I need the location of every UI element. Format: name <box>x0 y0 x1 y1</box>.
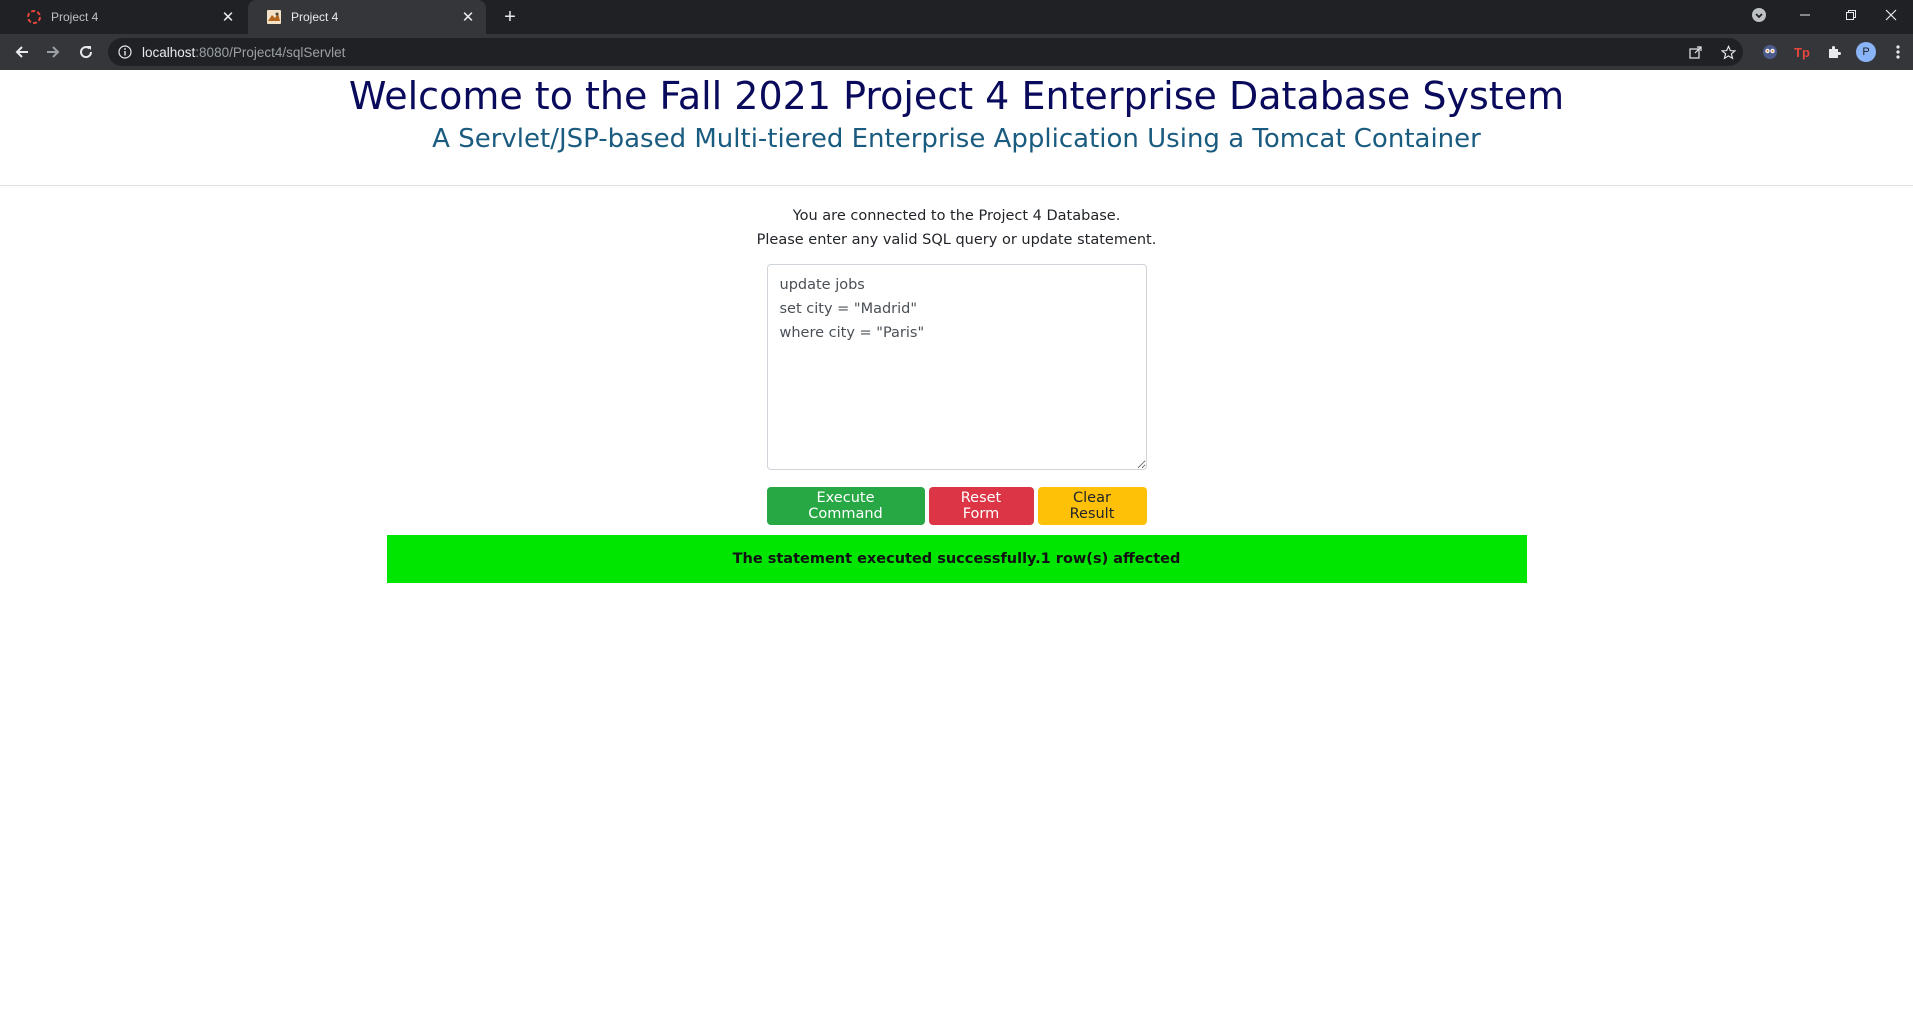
extension-owl-icon[interactable] <box>1758 40 1782 64</box>
instructions-text: Please enter any valid SQL query or upda… <box>756 232 1157 248</box>
bookmark-star-icon[interactable] <box>1716 38 1740 66</box>
extensions-puzzle-icon[interactable] <box>1822 40 1846 64</box>
connection-status-text: You are connected to the Project 4 Datab… <box>792 208 1121 224</box>
form-buttons: Execute Command Reset Form Clear Result <box>0 487 1913 525</box>
extension-tp-icon[interactable]: Tp <box>1790 40 1814 64</box>
address-bar[interactable]: localhost:8080/Project4/sqlServlet <box>108 38 1743 66</box>
restore-icon[interactable] <box>1829 0 1873 30</box>
url-host: localhost <box>142 44 196 60</box>
new-tab-icon[interactable]: + <box>498 5 522 29</box>
browser-tab-2[interactable]: Project 4 ✕ <box>248 0 486 34</box>
share-icon[interactable] <box>1684 38 1708 66</box>
clear-result-button[interactable]: Clear Result <box>1037 487 1147 525</box>
browser-toolbar: localhost:8080/Project4/sqlServlet Tp P <box>0 34 1913 70</box>
page-subtitle: A Servlet/JSP-based Multi-tiered Enterpr… <box>432 124 1481 154</box>
reload-icon[interactable] <box>74 40 98 64</box>
intro-text: You are connected to the Project 4 Datab… <box>0 204 1913 252</box>
tab-strip: Project 4 ✕ Project 4 ✕ + <box>0 0 1913 34</box>
back-arrow-icon[interactable] <box>10 40 34 64</box>
tab-title: Project 4 <box>291 10 339 24</box>
close-tab-icon[interactable]: ✕ <box>220 9 236 25</box>
result-message: The statement executed successfully.1 ro… <box>386 535 1527 583</box>
page-content: Welcome to the Fall 2021 Project 4 Enter… <box>0 70 1913 1028</box>
profile-avatar[interactable]: P <box>1854 40 1878 64</box>
loading-icon <box>27 10 41 24</box>
reset-form-button[interactable]: Reset Form <box>928 487 1034 525</box>
close-tab-icon[interactable]: ✕ <box>460 9 476 25</box>
tomcat-favicon-icon <box>267 10 281 24</box>
info-icon[interactable] <box>118 45 132 59</box>
tab-title: Project 4 <box>51 10 99 24</box>
execute-command-button[interactable]: Execute Command <box>766 487 925 525</box>
browser-tab-1[interactable]: Project 4 ✕ <box>8 0 246 34</box>
menu-kebab-icon[interactable] <box>1886 40 1910 64</box>
tab-search-icon[interactable] <box>1737 0 1781 30</box>
url-path: :8080/Project4/sqlServlet <box>195 44 346 60</box>
forward-arrow-icon[interactable] <box>41 40 65 64</box>
page-title: Welcome to the Fall 2021 Project 4 Enter… <box>348 74 1565 118</box>
page-header: Welcome to the Fall 2021 Project 4 Enter… <box>0 70 1913 186</box>
minimize-icon[interactable] <box>1783 0 1827 30</box>
close-window-icon[interactable] <box>1869 0 1913 30</box>
profile-initial: P <box>1856 42 1876 62</box>
sql-query-input[interactable]: update jobs set city = "Madrid" where ci… <box>766 264 1147 470</box>
